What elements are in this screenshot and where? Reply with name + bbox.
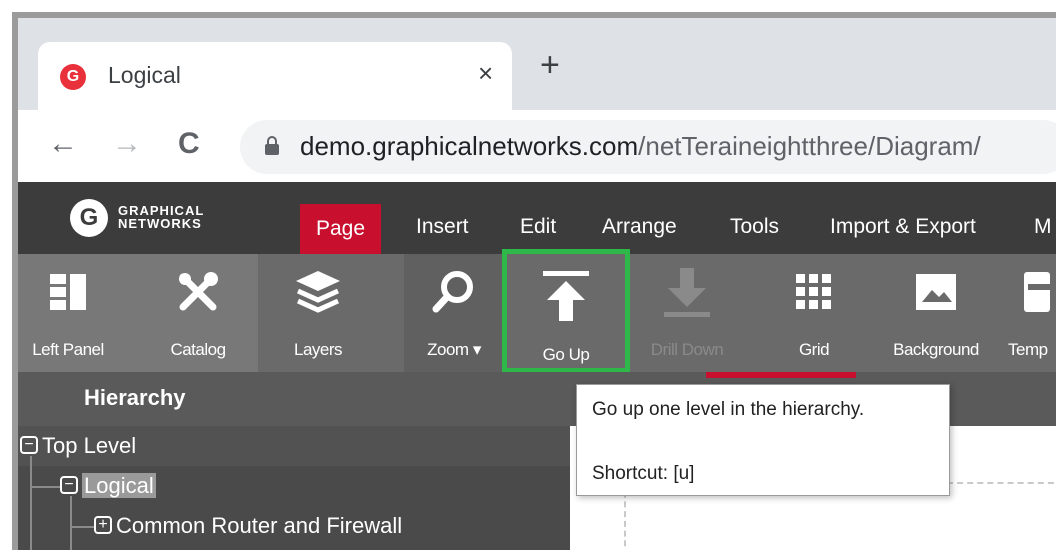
address-bar[interactable]: demo.graphicalnetworks.com/netTeraineigh… [240, 120, 1056, 174]
tab-close-icon[interactable]: × [478, 58, 493, 89]
left-panel-icon [50, 274, 86, 310]
forward-arrow-icon[interactable]: → [112, 126, 142, 162]
drill-down-button[interactable]: Drill Down [630, 254, 744, 372]
menu-import-export[interactable]: Import & Export [814, 182, 992, 254]
catalog-label: Catalog [170, 340, 226, 359]
menu-page[interactable]: Page [300, 204, 382, 254]
brand-text: GRAPHICAL NETWORKS [118, 204, 258, 230]
catalog-button[interactable]: Catalog [148, 254, 248, 372]
browser-toolbar: ← → C demo.graphicalnetworks.com/netTera… [18, 110, 1056, 182]
tree-item-label: Common Router and Firewall [116, 513, 403, 538]
expand-icon[interactable]: + [94, 516, 112, 535]
left-panel-button[interactable]: Left Panel [18, 254, 118, 372]
left-panel: Hierarchy − Top Level − Logical + Common Ro… [18, 372, 570, 550]
url-host: demo.graphicalnetworks.com [300, 131, 639, 161]
new-tab-button[interactable]: + [540, 48, 560, 82]
layers-label: Layers [293, 340, 343, 359]
back-arrow-icon[interactable]: ← [48, 126, 78, 162]
ribbon-toolbar: Left Panel Catalog Layers Zoom ▾ Go Up D… [18, 249, 1056, 373]
tree-item-logical[interactable]: − Logical [18, 466, 570, 506]
hierarchy-title: Hierarchy [18, 372, 570, 426]
templates-button[interactable]: Temp [1008, 254, 1056, 372]
lock-icon [265, 136, 279, 155]
screenshot-frame: G Logical × + ← → C demo.graphicalnetwor… [12, 12, 1056, 550]
menu-tools[interactable]: Tools [714, 182, 795, 254]
tree-item-label: Top Level [42, 433, 137, 458]
url-path: /netTeraineightthree/Diagram/ [638, 131, 981, 161]
left-panel-label: Left Panel [32, 340, 104, 359]
tree-item-common-router[interactable]: + Common Router and Firewall [18, 506, 570, 546]
go-up-button[interactable]: Go Up [502, 249, 630, 373]
menu-insert[interactable]: Insert [400, 182, 485, 254]
grid-button[interactable]: Grid [764, 254, 864, 372]
zoom-button[interactable]: Zoom ▾ [404, 254, 504, 372]
grid-icon [796, 274, 831, 309]
active-canvas-tab-indicator [706, 372, 856, 378]
background-button[interactable]: Background [876, 254, 996, 372]
collapse-icon[interactable]: − [60, 476, 78, 495]
menu-more[interactable]: M [1018, 182, 1056, 254]
browser-tab-strip: G Logical × + [18, 18, 1056, 110]
background-label: Background [893, 340, 979, 359]
tools-icon [179, 272, 218, 311]
arrow-down-icon [664, 268, 710, 317]
layers-button[interactable]: Layers [268, 254, 368, 372]
go-up-label: Go Up [542, 345, 590, 364]
magnifier-icon [432, 271, 473, 313]
brand-logo-icon: G [70, 199, 108, 237]
zoom-label: Zoom ▾ [427, 340, 481, 359]
browser-tab[interactable]: G Logical × [38, 42, 512, 110]
drill-down-label: Drill Down [650, 340, 724, 359]
arrow-up-icon [543, 271, 589, 321]
reload-icon[interactable]: C [178, 126, 200, 162]
image-icon [916, 274, 956, 310]
template-icon [1024, 272, 1050, 312]
menu-edit[interactable]: Edit [504, 182, 572, 254]
grid-label: Grid [798, 340, 830, 359]
app-menu-bar: G GRAPHICAL NETWORKS Page Insert Edit Ar… [18, 182, 1056, 254]
templates-label: Temp [1008, 340, 1048, 359]
tooltip-shortcut: Shortcut: [u] [592, 463, 695, 484]
layers-icon [296, 271, 340, 313]
tree-item-label-selected: Logical [82, 473, 156, 498]
tooltip-text: Go up one level in the hierarchy. [592, 399, 865, 420]
brand-line-2: NETWORKS [118, 216, 202, 231]
tab-title: Logical [108, 62, 181, 88]
menu-arrange[interactable]: Arrange [586, 182, 693, 254]
collapse-icon[interactable]: − [20, 436, 38, 455]
tree-item-top-level[interactable]: − Top Level [18, 426, 570, 466]
url-text: demo.graphicalnetworks.com/netTeraineigh… [300, 131, 981, 162]
go-up-tooltip: Go up one level in the hierarchy. Shortc… [576, 384, 950, 496]
favicon-icon: G [60, 64, 86, 90]
